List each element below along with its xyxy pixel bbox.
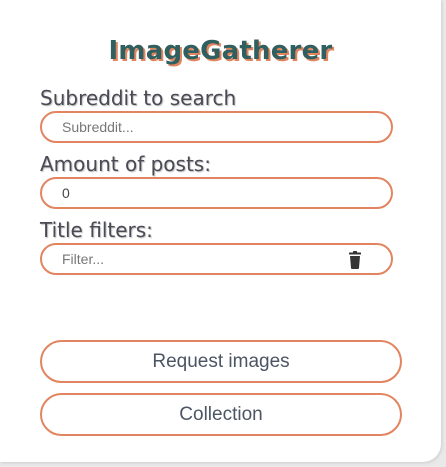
subreddit-field[interactable]: [40, 111, 393, 143]
amount-input[interactable]: [62, 185, 332, 201]
subreddit-input[interactable]: [62, 119, 332, 135]
app-title: ImageGatherer: [108, 36, 333, 66]
request-images-button[interactable]: Request images: [40, 340, 402, 383]
filter-input[interactable]: [62, 251, 332, 267]
trash-icon[interactable]: [347, 251, 363, 269]
amount-field[interactable]: [40, 177, 393, 209]
collection-button[interactable]: Collection: [40, 393, 402, 436]
app-panel: ImageGatherer Subreddit to search Amount…: [0, 0, 441, 462]
title-filters-label: Title filters:: [40, 218, 153, 242]
filter-field[interactable]: [40, 243, 393, 275]
amount-label: Amount of posts:: [40, 152, 211, 176]
subreddit-label: Subreddit to search: [40, 86, 237, 110]
